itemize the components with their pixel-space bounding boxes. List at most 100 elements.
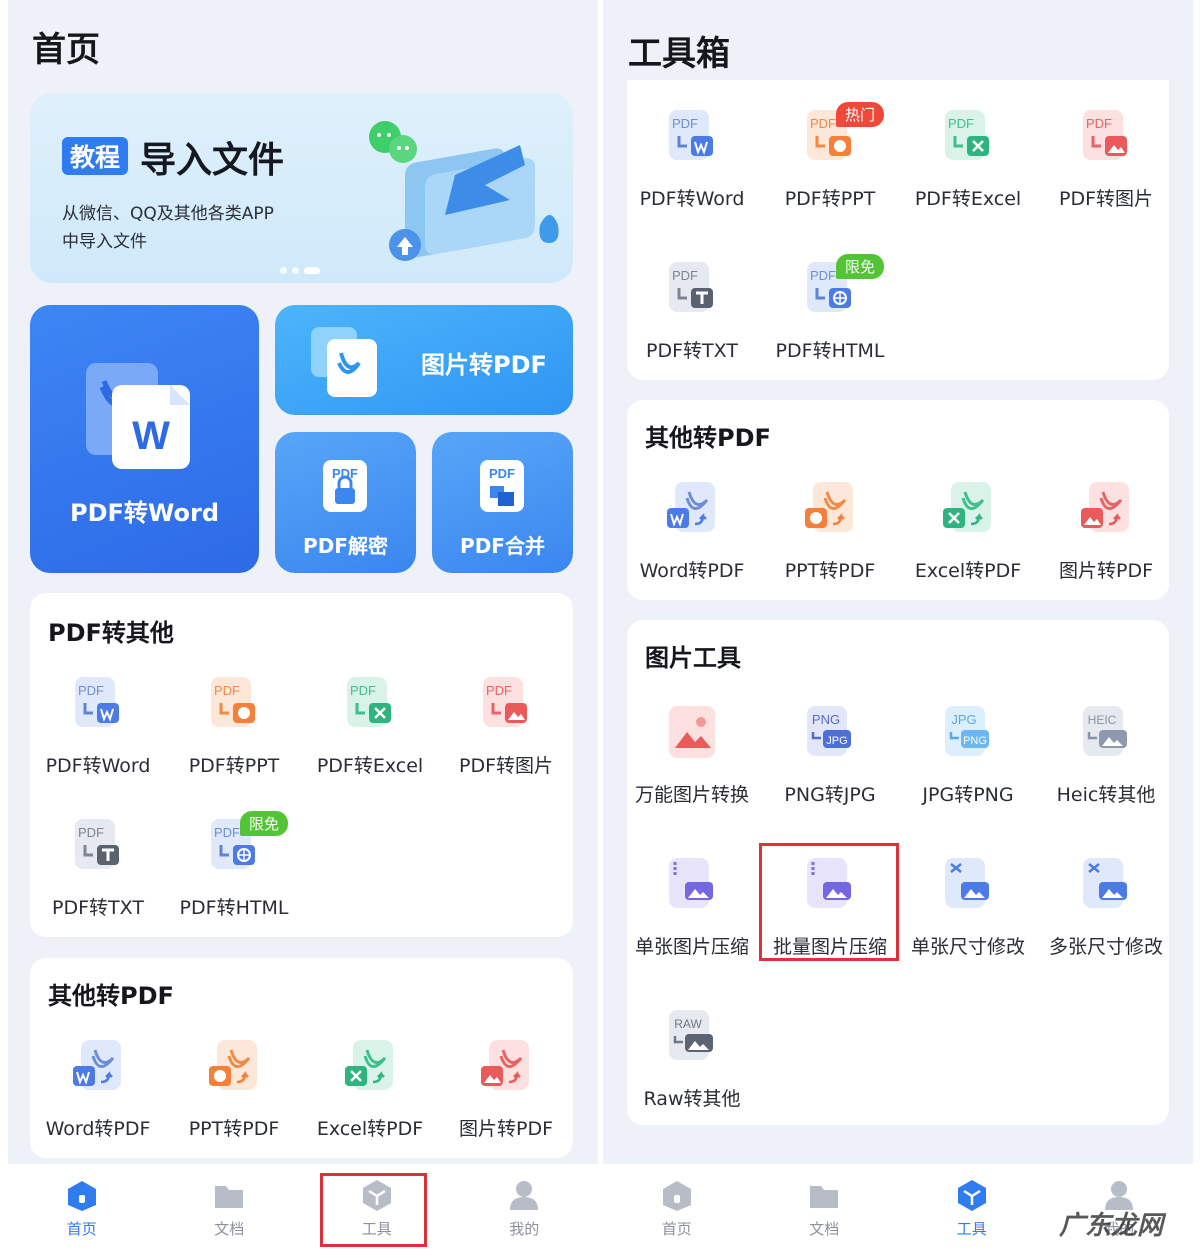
- pdf-merge-label: PDF合并: [460, 534, 545, 558]
- tool-label: 单张图片压缩: [634, 936, 749, 958]
- svg-text:PDF: PDF: [350, 683, 376, 698]
- tool-label: PDF转HTML: [775, 340, 885, 362]
- pdf-to-other-card: PDF转其他 PDF PDF转Word PDF PDF转PPT PDF PDF转…: [30, 593, 573, 937]
- tool-label: PDF转TXT: [646, 340, 738, 362]
- tool-png-to-jpg[interactable]: PNG JPG PNG转JPG: [760, 702, 900, 807]
- tool-ppt-to-pdf[interactable]: PPT转PDF: [164, 1036, 304, 1141]
- tool-word-to-pdf[interactable]: Word转PDF: [622, 478, 762, 583]
- word-pdf-icon: [667, 482, 715, 532]
- tool-jpg-to-png[interactable]: JPG PNG JPG转PNG: [898, 702, 1038, 807]
- pdf-ppt-icon: PDF: [211, 677, 255, 727]
- svg-text:RAW: RAW: [674, 1017, 702, 1031]
- svg-text:PDF: PDF: [810, 116, 836, 131]
- pdf-word-icon: PDF: [75, 677, 119, 727]
- tool-excel-to-pdf[interactable]: Excel转PDF: [300, 1036, 440, 1141]
- tool-pdf-to-ppt[interactable]: PDF 热门 PDF转PPT: [760, 102, 900, 211]
- tool-pdf-to-image[interactable]: PDF PDF转图片: [1036, 106, 1176, 211]
- svg-text:PDF: PDF: [489, 466, 515, 481]
- tool-excel-to-pdf[interactable]: Excel转PDF: [898, 478, 1038, 583]
- tool-label: Excel转PDF: [316, 1118, 424, 1140]
- tool-pdf-to-html[interactable]: PDF 限免 PDF转HTML: [164, 811, 304, 920]
- lock-doc-icon: PDF: [323, 460, 367, 512]
- watermark: 广东龙网: [1058, 1211, 1163, 1241]
- tool-single-image-compress[interactable]: 单张图片压缩: [622, 854, 762, 959]
- svg-text:PDF: PDF: [214, 683, 240, 698]
- svg-text:PDF: PDF: [78, 825, 104, 840]
- tool-pdf-to-ppt[interactable]: PDF PDF转PPT: [164, 673, 304, 778]
- tool-pdf-to-excel[interactable]: PDF PDF转Excel: [898, 106, 1038, 211]
- user-icon: [510, 1181, 539, 1210]
- tab-documents[interactable]: 文档: [156, 1164, 304, 1252]
- hot-badge: 热门: [836, 102, 885, 127]
- pdf-word-icon: PDF: [669, 110, 713, 160]
- section-title: 其他转PDF: [48, 982, 174, 1010]
- tool-label: Raw转其他: [643, 1088, 741, 1110]
- image-pdf-icon: [1081, 482, 1129, 532]
- image-convert-icon: [669, 706, 715, 758]
- pdf-txt-icon: PDF: [669, 262, 713, 312]
- image-to-pdf-label: 图片转PDF: [421, 351, 547, 379]
- tools-tab-highlight: [320, 1173, 427, 1247]
- svg-text:HEIC: HEIC: [1088, 713, 1117, 727]
- tool-pdf-to-image[interactable]: PDF PDF转图片: [436, 673, 576, 778]
- tool-ppt-to-pdf[interactable]: PPT转PDF: [760, 478, 900, 583]
- tab-profile[interactable]: 我的: [451, 1164, 599, 1252]
- tool-label: Heic转其他: [1056, 784, 1156, 806]
- image-to-pdf-tile[interactable]: 图片转PDF: [275, 305, 573, 415]
- image-pdf-icon: [481, 1040, 529, 1090]
- tool-label: PPT转PDF: [188, 1118, 280, 1140]
- tool-pdf-to-excel[interactable]: PDF PDF转Excel: [300, 673, 440, 778]
- pdf-merge-tile[interactable]: PDF PDF合并: [432, 432, 573, 573]
- tool-label: PDF转图片: [1058, 188, 1154, 210]
- tool-label: PDF转HTML: [179, 897, 289, 919]
- tool-pdf-to-word[interactable]: PDF PDF转Word: [28, 673, 168, 778]
- svg-text:PDF: PDF: [332, 466, 358, 481]
- svg-text:JPG: JPG: [826, 735, 847, 747]
- excel-pdf-icon: [345, 1040, 393, 1090]
- tool-image-to-pdf[interactable]: 图片转PDF: [436, 1036, 576, 1141]
- tool-label: Word转PDF: [45, 1118, 151, 1140]
- word-pdf-icon: [73, 1040, 121, 1090]
- raw-icon: RAW: [669, 1010, 713, 1060]
- tool-pdf-to-html[interactable]: PDF 限免 PDF转HTML: [760, 254, 900, 363]
- home-icon: [67, 1181, 96, 1211]
- svg-text:PDF: PDF: [486, 683, 512, 698]
- tool-single-resize[interactable]: 单张尺寸修改: [898, 854, 1038, 959]
- toolbox-screen: 工具箱 PDF PDF转Word PDF 热门 PDF转PPT PDF PDF转…: [603, 0, 1193, 1252]
- tool-raw-to-other[interactable]: RAW Raw转其他: [622, 1006, 762, 1111]
- tab-home[interactable]: 首页: [8, 1164, 156, 1252]
- folder-icon: [215, 1186, 244, 1208]
- tool-label: 图片转PDF: [458, 1118, 554, 1140]
- svg-text:PDF: PDF: [1086, 116, 1112, 131]
- tool-pdf-to-txt[interactable]: PDF PDF转TXT: [622, 258, 762, 363]
- svg-text:PDF: PDF: [78, 683, 104, 698]
- tool-pdf-to-txt[interactable]: PDF PDF转TXT: [28, 815, 168, 920]
- tool-label: 图片转PDF: [1058, 560, 1154, 582]
- page-title: 工具箱: [628, 34, 730, 74]
- tool-image-to-pdf[interactable]: 图片转PDF: [1036, 478, 1176, 583]
- svg-text:PNG: PNG: [963, 735, 987, 747]
- tab-tools[interactable]: 工具: [898, 1164, 1046, 1252]
- tool-pdf-to-word[interactable]: PDF PDF转Word: [622, 106, 762, 211]
- tool-universal-image-convert[interactable]: 万能图片转换: [622, 702, 762, 807]
- tool-word-to-pdf[interactable]: Word转PDF: [28, 1036, 168, 1141]
- section-title: 其他转PDF: [645, 424, 771, 452]
- pdf-excel-icon: PDF: [945, 110, 989, 160]
- pdf-to-other-card: PDF PDF转Word PDF 热门 PDF转PPT PDF PDF转Exce…: [627, 80, 1169, 380]
- png-jpg-icon: PNG JPG: [807, 706, 851, 756]
- tool-label: 单张尺寸修改: [910, 936, 1025, 958]
- pdf-decrypt-tile[interactable]: PDF PDF解密: [275, 432, 416, 573]
- svg-text:W: W: [132, 414, 170, 458]
- tab-home[interactable]: 首页: [603, 1164, 751, 1252]
- pdf-to-word-tile[interactable]: W PDF转Word: [30, 305, 259, 573]
- excel-pdf-icon: [943, 482, 991, 532]
- tool-batch-resize[interactable]: 多张尺寸修改: [1036, 854, 1176, 959]
- tutorial-banner[interactable]: 教程 导入文件 从微信、QQ及其他各类APP 中导入文件: [30, 93, 573, 283]
- tool-label: Excel转PDF: [914, 560, 1022, 582]
- tool-heic-to-other[interactable]: HEIC Heic转其他: [1036, 702, 1176, 807]
- heic-icon: HEIC: [1083, 706, 1127, 756]
- pdf-txt-icon: PDF: [75, 819, 119, 869]
- tab-documents[interactable]: 文档: [751, 1164, 899, 1252]
- banner-pager: [280, 267, 320, 274]
- other-to-pdf-card: 其他转PDF Word转PDF PPT转PDF Excel转PDF 图片转PDF: [30, 958, 573, 1158]
